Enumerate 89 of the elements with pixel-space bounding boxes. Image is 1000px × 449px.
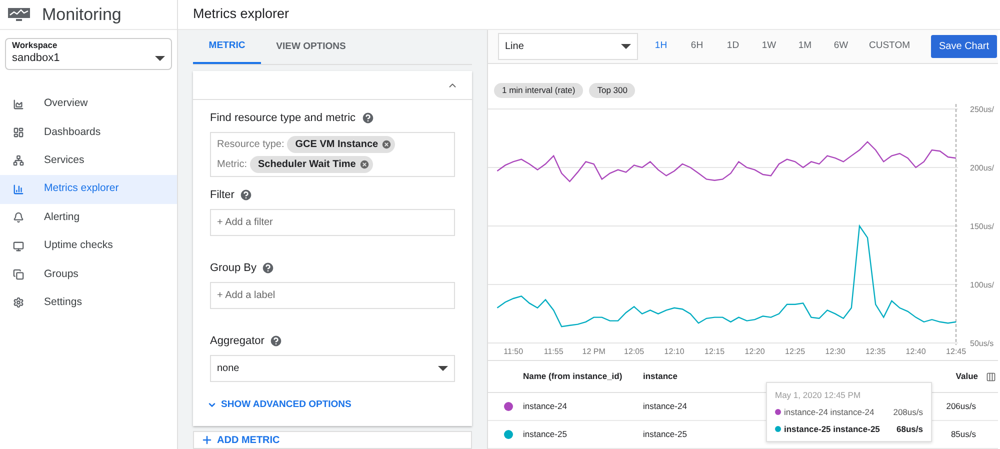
monitor-logo-icon <box>8 8 30 22</box>
x-tick-label: 12:20 <box>744 347 765 356</box>
area-chart-icon <box>13 98 24 110</box>
tab[interactable]: VIEW OPTIONS <box>261 30 361 64</box>
tooltip-row: instance-25 instance-25 68us/s <box>775 422 923 436</box>
y-tick-label: 100us/ <box>970 280 994 290</box>
time-range-tab[interactable]: 1W <box>752 34 786 58</box>
nav-item[interactable]: Uptime checks <box>0 232 177 260</box>
tooltip-title: May 1, 2020 12:45 PM <box>775 389 862 402</box>
dashboard-icon <box>13 127 24 138</box>
y-tick-label: 50us/s <box>970 339 994 348</box>
x-tick-label: 12:35 <box>866 347 886 356</box>
nav-item[interactable]: Alerting <box>0 204 177 232</box>
x-tick-label: 11:55 <box>544 347 564 356</box>
nav-item[interactable]: Metrics explorer <box>0 175 177 204</box>
settings-icon <box>13 297 24 308</box>
x-tick-label: 12:40 <box>906 347 926 356</box>
copy-icon <box>13 269 24 280</box>
table-cell-text: instance-25 <box>523 428 568 441</box>
y-tick-label: 200us/ <box>970 164 994 172</box>
add-metric-button[interactable]: ADD METRIC <box>193 431 472 449</box>
section-label: Filter <box>210 188 234 203</box>
x-tick-label: 12:30 <box>825 347 846 356</box>
bell-icon <box>13 212 24 224</box>
value-chip[interactable]: GCE VM Instance <box>287 136 396 153</box>
x-tick-label: 12:05 <box>624 347 644 356</box>
y-tick-label: 250us/ <box>970 105 994 114</box>
time-range-tab[interactable]: 1H <box>644 34 678 58</box>
field-label: Resource type: <box>217 138 284 152</box>
time-range-tab[interactable]: 1D <box>716 34 750 58</box>
time-range-tab[interactable]: CUSTOM <box>860 34 919 58</box>
column-header: Value <box>956 370 978 384</box>
field-label: Metric: <box>217 158 247 172</box>
column-header: instance <box>643 370 678 384</box>
select-value: Line <box>505 40 524 54</box>
section-label: Group By <box>210 260 256 276</box>
help-icon[interactable] <box>360 111 375 125</box>
bar-chart-icon <box>13 184 24 195</box>
dropdown-caret-icon <box>621 44 631 49</box>
nav-item[interactable]: Groups <box>0 260 177 289</box>
remove-icon[interactable] <box>381 139 392 150</box>
advanced-options-link[interactable]: SHOW ADVANCED OPTIONS <box>207 398 352 412</box>
x-tick-label: 12:25 <box>785 347 806 356</box>
info-chip: Top 300 <box>589 83 636 98</box>
help-icon[interactable] <box>269 334 284 348</box>
x-tick-label: 12 PM <box>582 347 606 356</box>
info-chip: 1 min interval (rate) <box>494 83 584 98</box>
select-value: none <box>217 362 240 376</box>
app-title: Monitoring <box>42 4 122 26</box>
page-title: Metrics explorer <box>193 5 290 24</box>
save-chart-button[interactable]: Save Chart <box>931 35 998 58</box>
x-tick-label: 12:10 <box>664 347 684 356</box>
nav-item[interactable]: Services <box>0 146 177 176</box>
remove-icon[interactable] <box>358 159 370 170</box>
time-range-tab[interactable]: 6H <box>680 34 714 58</box>
value-chip[interactable]: Scheduler Wait Time <box>250 156 373 173</box>
x-tick-label: 12:15 <box>704 347 725 356</box>
dropdown-caret-icon <box>438 366 448 371</box>
dropdown-caret-icon <box>155 56 165 61</box>
workspace-label: Workspace <box>12 40 58 50</box>
table-cell-text: instance-24 <box>523 400 568 414</box>
columns-icon[interactable] <box>986 372 996 382</box>
filter-field[interactable]: + Add a filter <box>210 209 455 236</box>
plus-icon <box>201 434 213 446</box>
group-by-field[interactable]: + Add a label <box>210 282 455 309</box>
time-range-tab[interactable]: 1M <box>788 34 822 58</box>
table-cell: 206us/s <box>946 400 976 414</box>
monitor-icon <box>13 240 24 252</box>
workspace-select[interactable]: Workspace sandbox1 <box>5 38 172 70</box>
chart-type-select[interactable]: Line <box>498 33 638 60</box>
workspace-value: sandbox1 <box>12 51 60 66</box>
aggregator-select[interactable]: none <box>210 355 455 382</box>
nav-item[interactable]: Settings <box>0 288 177 318</box>
network-icon <box>13 155 24 166</box>
time-range-tab[interactable]: 6W <box>824 34 858 58</box>
x-tick-label: 11:50 <box>504 347 524 356</box>
y-tick-label: 150us/ <box>970 222 994 231</box>
nav-item[interactable]: Dashboards <box>0 118 177 147</box>
resource-metric-field[interactable]: Resource type: GCE VM Instance Metric: Scheduler Wait Time <box>210 132 455 177</box>
x-tick-label: 12:45 <box>946 347 966 356</box>
tab[interactable]: METRIC <box>193 30 261 64</box>
help-icon[interactable] <box>261 261 276 275</box>
table-cell: 85us/s <box>950 428 976 441</box>
help-icon[interactable] <box>239 188 254 202</box>
nav-item[interactable]: Overview <box>0 90 177 118</box>
section-label: Find resource type and metric <box>210 110 356 126</box>
column-header: Name (from instance_id) <box>523 370 624 384</box>
section-label: Aggregator <box>210 334 264 349</box>
tooltip-row: instance-24 instance-24 208us/s <box>775 406 923 418</box>
